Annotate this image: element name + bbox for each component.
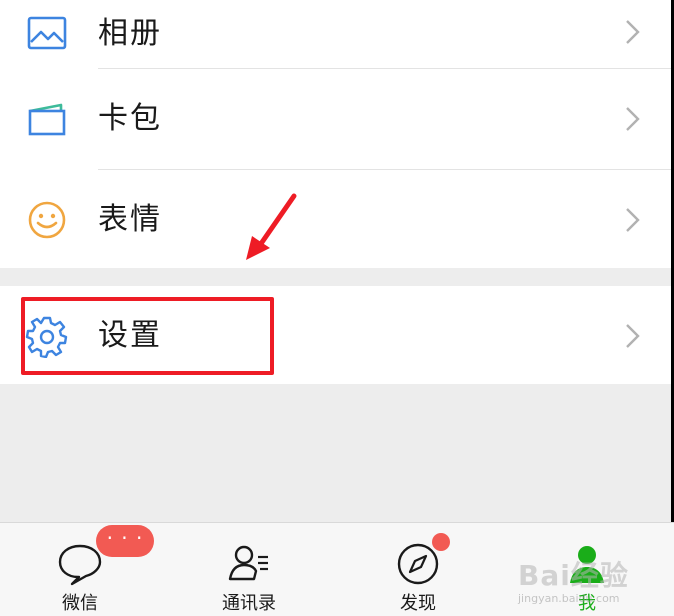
tab-label: 通讯录 — [222, 593, 276, 614]
tab-label: 微信 — [62, 593, 98, 614]
menu-item-label: 相册 — [98, 16, 162, 51]
chevron-right-icon — [626, 20, 640, 44]
menu-item-label: 卡包 — [98, 101, 162, 136]
contacts-icon — [228, 545, 268, 581]
smiley-face-icon — [28, 201, 66, 239]
annotation-highlight-box — [21, 297, 274, 375]
chevron-right-icon — [626, 324, 640, 348]
menu-item-stickers[interactable]: 表情 — [0, 170, 671, 270]
tab-label: 发现 — [400, 593, 436, 614]
menu-group-main: 相册 卡包 表情 — [0, 0, 671, 268]
photo-album-icon — [27, 16, 67, 50]
chat-unread-badge: · · · — [96, 525, 154, 557]
tab-contacts[interactable]: 通讯录 — [189, 523, 309, 616]
annotation-arrow-icon — [246, 193, 297, 260]
watermark-brand: Bai经验 — [518, 559, 629, 592]
menu-item-card-wallet[interactable]: 卡包 — [0, 69, 671, 169]
chevron-right-icon — [626, 208, 640, 232]
wechat-me-screen: 相册 卡包 表情 设置 微信 通讯录 发现 我 · · · Bai经验 jing… — [0, 0, 674, 616]
chevron-right-icon — [626, 107, 640, 131]
discover-dot-badge — [432, 533, 450, 551]
card-wallet-icon — [28, 103, 66, 136]
chat-bubble-icon — [58, 544, 102, 586]
watermark-site: jingyan.baidu.com — [518, 592, 620, 605]
menu-item-label: 表情 — [98, 202, 162, 237]
baidu-jingyan-watermark: Bai经验 jingyan.baidu.com — [512, 548, 662, 608]
tab-discover[interactable]: 发现 — [358, 523, 478, 616]
